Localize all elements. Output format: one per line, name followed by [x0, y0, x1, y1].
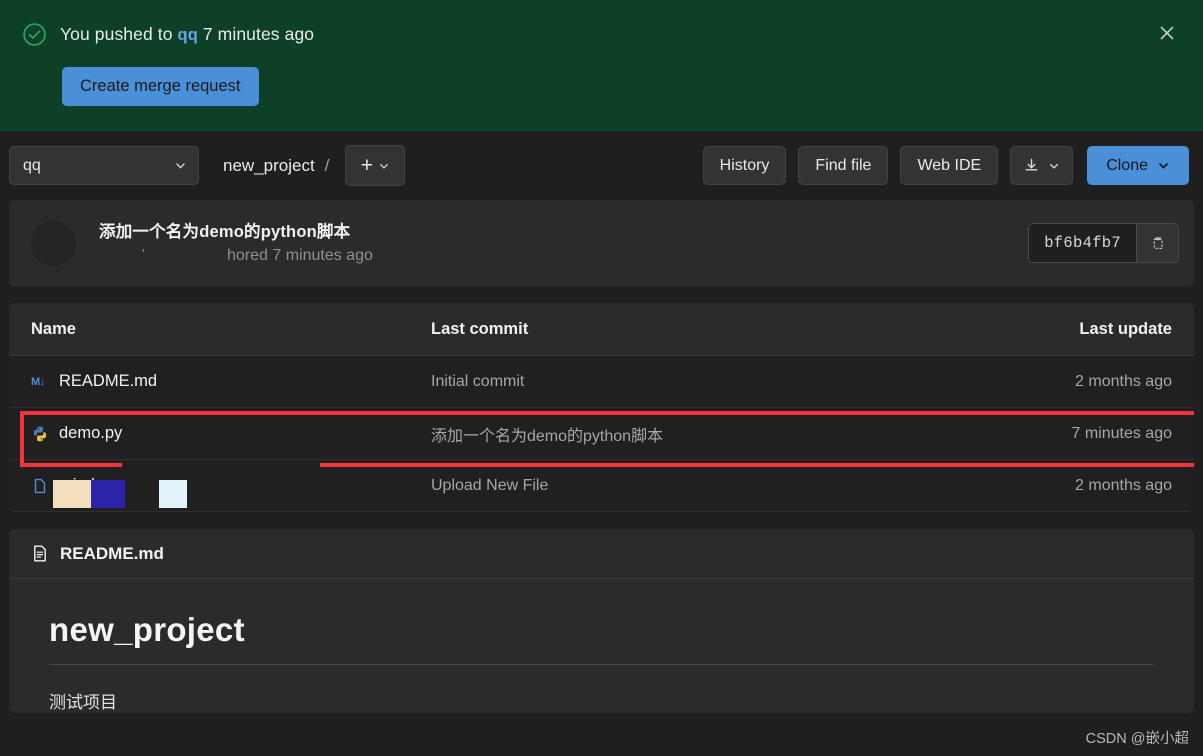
readme-body: new_project 测试项目 — [9, 579, 1194, 713]
download-button[interactable] — [1010, 146, 1074, 185]
banner-text-prefix: You pushed to — [60, 24, 173, 44]
chevron-down-icon — [176, 163, 185, 169]
plus-icon: + — [360, 154, 374, 177]
redaction-block — [53, 480, 91, 508]
add-to-repo-button[interactable]: + — [345, 145, 406, 186]
chevron-down-icon — [1050, 163, 1059, 169]
file-name-label: demo.py — [59, 424, 123, 442]
file-last-update: 7 minutes ago — [1071, 424, 1172, 442]
file-name-cell[interactable]: mind — [31, 476, 431, 508]
table-row[interactable]: demo.py 添加一个名为demo的python脚本 7 minutes ag… — [9, 408, 1194, 460]
clone-button[interactable]: Clone — [1087, 146, 1189, 185]
chevron-down-icon — [1159, 163, 1168, 169]
chevron-down-icon — [380, 163, 388, 169]
find-file-button[interactable]: Find file — [798, 146, 889, 185]
web-ide-button[interactable]: Web IDE — [900, 146, 999, 185]
column-header-last-update: Last update — [1079, 319, 1172, 338]
commit-info: 添加一个名为demo的python脚本 ' hored 7 minutes ag… — [99, 218, 1028, 269]
readme-heading: new_project — [49, 611, 1154, 665]
file-name-cell[interactable]: M↓ README.md — [31, 372, 431, 391]
banner-close-button[interactable] — [1153, 19, 1181, 47]
file-last-commit[interactable]: 添加一个名为demo的python脚本 — [431, 422, 972, 446]
clone-button-label: Clone — [1106, 156, 1148, 174]
table-row[interactable]: M↓ README.md Initial commit 2 months ago — [9, 356, 1194, 408]
history-button[interactable]: History — [702, 146, 787, 185]
file-icon — [34, 478, 46, 493]
create-merge-request-button[interactable]: Create merge request — [62, 67, 259, 106]
copy-sha-button[interactable] — [1136, 224, 1178, 262]
breadcrumb-separator: / — [324, 155, 330, 175]
banner-message-row: You pushed to qq 7 minutes ago — [22, 22, 1179, 47]
column-header-name: Name — [31, 319, 76, 338]
file-last-commit[interactable]: Upload New File — [431, 477, 972, 495]
check-circle-icon — [23, 23, 46, 46]
annotation-gap — [122, 463, 320, 469]
file-last-update: 2 months ago — [1075, 372, 1172, 390]
readme-file-name[interactable]: README.md — [60, 544, 164, 564]
file-list-header: Name Last commit Last update — [9, 303, 1194, 356]
watermark: CSDN @嵌小超 — [1085, 731, 1189, 747]
redaction-block — [91, 480, 125, 508]
download-icon — [1025, 158, 1038, 171]
banner-text-suffix: 7 minutes ago — [202, 24, 315, 44]
readme-header: README.md — [9, 529, 1194, 579]
breadcrumb-project[interactable]: new_project — [223, 156, 315, 176]
redaction-block — [159, 480, 187, 508]
copy-icon — [1153, 236, 1163, 249]
repo-toolbar: qq new_project / + History Find file Web… — [0, 131, 1203, 200]
latest-commit-card: 添加一个名为demo的python脚本 ' hored 7 minutes ag… — [9, 200, 1194, 286]
python-icon — [33, 426, 47, 441]
branch-selector[interactable]: qq — [9, 146, 199, 185]
file-name-cell[interactable]: demo.py — [31, 424, 431, 443]
readme-card: README.md new_project 测试项目 — [9, 529, 1194, 713]
commit-sha-group: bf6b4fb7 — [1028, 223, 1179, 263]
readme-paragraph: 测试项目 — [49, 693, 117, 712]
breadcrumb: new_project / — [223, 156, 329, 176]
avatar — [31, 220, 76, 266]
banner-branch-link[interactable]: qq — [178, 26, 198, 44]
commit-authored-text: hored 7 minutes ago — [227, 247, 373, 264]
commit-title[interactable]: 添加一个名为demo的python脚本 — [99, 218, 1028, 242]
banner-text: You pushed to qq 7 minutes ago — [60, 24, 314, 45]
close-icon — [1160, 26, 1174, 40]
file-list-card: Name Last commit Last update M↓ README.m… — [9, 303, 1194, 512]
commit-sha-value: bf6b4fb7 — [1029, 224, 1136, 262]
commit-meta: ' hored 7 minutes ago — [99, 245, 1028, 269]
markdown-icon: M↓ — [31, 375, 45, 388]
branch-selector-label: qq — [23, 156, 41, 174]
file-name-label: README.md — [59, 372, 158, 390]
redaction-artifact: ' — [142, 246, 145, 261]
file-last-update: 2 months ago — [1075, 476, 1172, 494]
redaction-block — [99, 245, 231, 269]
file-last-commit[interactable]: Initial commit — [431, 373, 972, 391]
column-header-last-commit: Last commit — [431, 319, 529, 338]
document-icon — [34, 545, 46, 562]
push-banner: You pushed to qq 7 minutes ago Create me… — [0, 0, 1203, 131]
